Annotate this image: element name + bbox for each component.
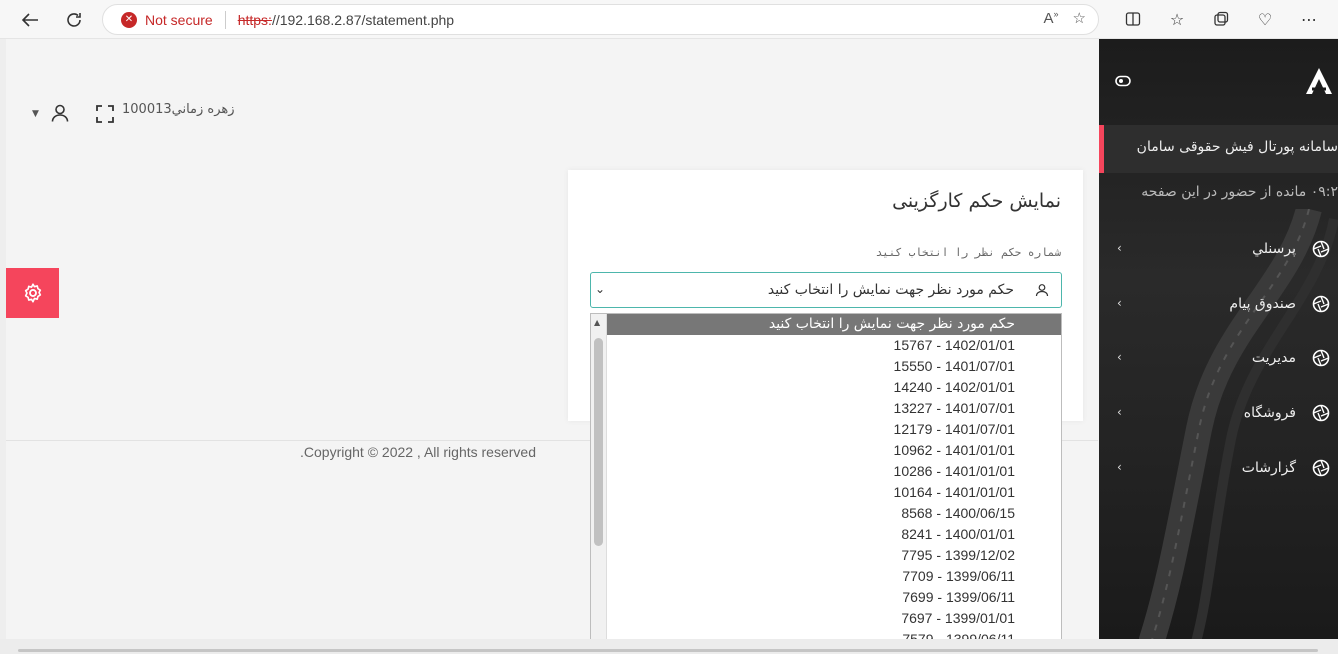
- sidebar-brand-title: سامانه پورتال فیش حقوقی سامان: [1136, 139, 1338, 155]
- aperture-icon: [1312, 295, 1330, 313]
- sidebar-brand: سامانه پورتال فیش حقوقی سامان: [1099, 125, 1338, 173]
- divider: [224, 10, 226, 29]
- sidebar-item-store[interactable]: ‹ فروشگاه: [1099, 399, 1338, 429]
- chevron-down-icon: ⌄: [595, 282, 606, 296]
- dropdown-option[interactable]: 1400/06/15 - 8568: [607, 503, 1061, 524]
- sidebar-item-management[interactable]: ‹ مدیریت: [1099, 344, 1338, 374]
- not-secure-icon: ✕: [121, 11, 137, 28]
- dropdown-option[interactable]: 1402/01/01 - 15767: [607, 335, 1061, 356]
- url-path: //192.168.2.87/statement.php: [271, 11, 455, 28]
- sidebar: سامانه پورتال فیش حقوقی سامان ۰۹:۲ مانده…: [1099, 39, 1338, 639]
- dropdown-option[interactable]: 1399/06/11 - 7699: [607, 587, 1061, 608]
- dropdown-option[interactable]: 1401/07/01 - 13227: [607, 398, 1061, 419]
- chevron-left-icon: ‹: [1117, 241, 1122, 255]
- left-strip: [0, 39, 6, 654]
- dropdown-option[interactable]: 1401/01/01 - 10164: [607, 482, 1061, 503]
- session-timer: ۰۹:۲ مانده از حضور در این صفحه: [1141, 184, 1338, 200]
- reload-icon: [67, 13, 81, 27]
- dropdown-options: حکم مورد نظر جهت نمایش را انتخاب کنید 140…: [607, 314, 1061, 650]
- chevron-left-icon: ‹: [1117, 296, 1122, 310]
- sidebar-item-label: گزارشات: [1241, 460, 1296, 476]
- dropdown-option[interactable]: 1401/07/01 - 15550: [607, 356, 1061, 377]
- page-content: ▼ زهره زماني100013 Copyright © 2022 , Al…: [0, 39, 1338, 654]
- copyright-text: Copyright © 2022 , All rights reserved.: [300, 444, 536, 460]
- select-dropdown-list[interactable]: ▲ حکم مورد نظر جهت نمایش را انتخاب کنید 1…: [590, 313, 1062, 654]
- scrollbar-thumb[interactable]: [594, 338, 603, 546]
- aperture-icon: [1312, 240, 1330, 258]
- chevron-left-icon: ‹: [1117, 460, 1122, 474]
- horizontal-scrollbar[interactable]: [0, 639, 1338, 654]
- sidebar-item-reports[interactable]: ‹ گزارشات: [1099, 454, 1338, 484]
- read-aloud-icon[interactable]: A»: [1044, 9, 1059, 27]
- chevron-left-icon: ‹: [1117, 405, 1122, 419]
- dropdown-option-selected[interactable]: حکم مورد نظر جهت نمایش را انتخاب کنید: [607, 314, 1061, 335]
- dropdown-option[interactable]: 1401/01/01 - 10962: [607, 440, 1061, 461]
- horizontal-scrollbar-thumb[interactable]: [18, 649, 1318, 652]
- dropdown-option[interactable]: 1399/01/01 - 7697: [607, 608, 1061, 629]
- select-current-value: حکم مورد نظر جهت نمایش را انتخاب کنید: [767, 282, 1014, 298]
- sidebar-toggle-icon[interactable]: [1115, 75, 1131, 87]
- favorites-icon[interactable]: ☆: [1164, 6, 1190, 32]
- sidebar-item-label: پرسنلي: [1252, 241, 1296, 257]
- fullscreen-icon[interactable]: [96, 105, 114, 123]
- dropdown-option[interactable]: 1400/01/01 - 8241: [607, 524, 1061, 545]
- favorite-star-icon[interactable]: ☆: [1073, 9, 1086, 27]
- user-icon[interactable]: [50, 103, 70, 123]
- sidebar-item-personnel[interactable]: ‹ پرسنلي: [1099, 235, 1338, 265]
- sidebar-item-inbox[interactable]: ‹ صندوق پیام: [1099, 290, 1338, 320]
- dropdown-option[interactable]: 1401/01/01 - 10286: [607, 461, 1061, 482]
- split-screen-icon[interactable]: [1120, 6, 1146, 32]
- back-arrow-icon: [21, 13, 38, 27]
- page-topbar: ▼ زهره زماني100013: [6, 89, 1098, 129]
- more-menu-icon[interactable]: ⋯: [1296, 6, 1322, 32]
- sidebar-item-label: صندوق پیام: [1229, 296, 1296, 312]
- dropdown-option[interactable]: 1399/12/02 - 7795: [607, 545, 1061, 566]
- dropdown-option[interactable]: 1399/06/11 - 7709: [607, 566, 1061, 587]
- aperture-icon: [1312, 459, 1330, 477]
- url-text: https://192.168.2.87/statement.php: [238, 12, 454, 28]
- app-logo[interactable]: [1304, 67, 1334, 95]
- dropdown-scrollbar[interactable]: ▲: [591, 314, 607, 653]
- statement-select[interactable]: ⌄ حکم مورد نظر جهت نمایش را انتخاب کنید: [590, 272, 1062, 308]
- sidebar-item-label: مدیریت: [1251, 350, 1296, 366]
- page-title: نمایش حکم کارگزینی: [892, 190, 1061, 212]
- aperture-icon: [1312, 404, 1330, 422]
- scroll-up-arrow-icon[interactable]: ▲: [594, 318, 600, 327]
- browser-toolbar: ✕ Not secure https://192.168.2.87/statem…: [0, 0, 1338, 39]
- aperture-icon: [1312, 349, 1330, 367]
- sidebar-item-label: فروشگاه: [1243, 405, 1296, 421]
- browser-essentials-icon[interactable]: ♡: [1252, 6, 1278, 32]
- collections-icon[interactable]: [1208, 6, 1234, 32]
- address-bar[interactable]: ✕ Not secure https://192.168.2.87/statem…: [102, 4, 1099, 35]
- url-protocol: https:: [237, 11, 272, 28]
- chevron-left-icon: ‹: [1117, 350, 1122, 364]
- person-icon: [1035, 284, 1049, 297]
- settings-button[interactable]: [6, 268, 59, 318]
- reload-button[interactable]: [60, 6, 88, 34]
- select-field-label: شماره حکم نظر را انتخاب کنید: [875, 246, 1061, 259]
- dropdown-option[interactable]: 1401/07/01 - 12179: [607, 419, 1061, 440]
- back-button[interactable]: [16, 6, 44, 34]
- user-dropdown-caret-icon[interactable]: ▼: [32, 109, 39, 119]
- security-label: Not secure: [145, 11, 213, 28]
- dropdown-option[interactable]: 1402/01/01 - 14240: [607, 377, 1061, 398]
- gear-icon: [24, 283, 41, 303]
- user-name: زهره زماني100013: [122, 102, 235, 117]
